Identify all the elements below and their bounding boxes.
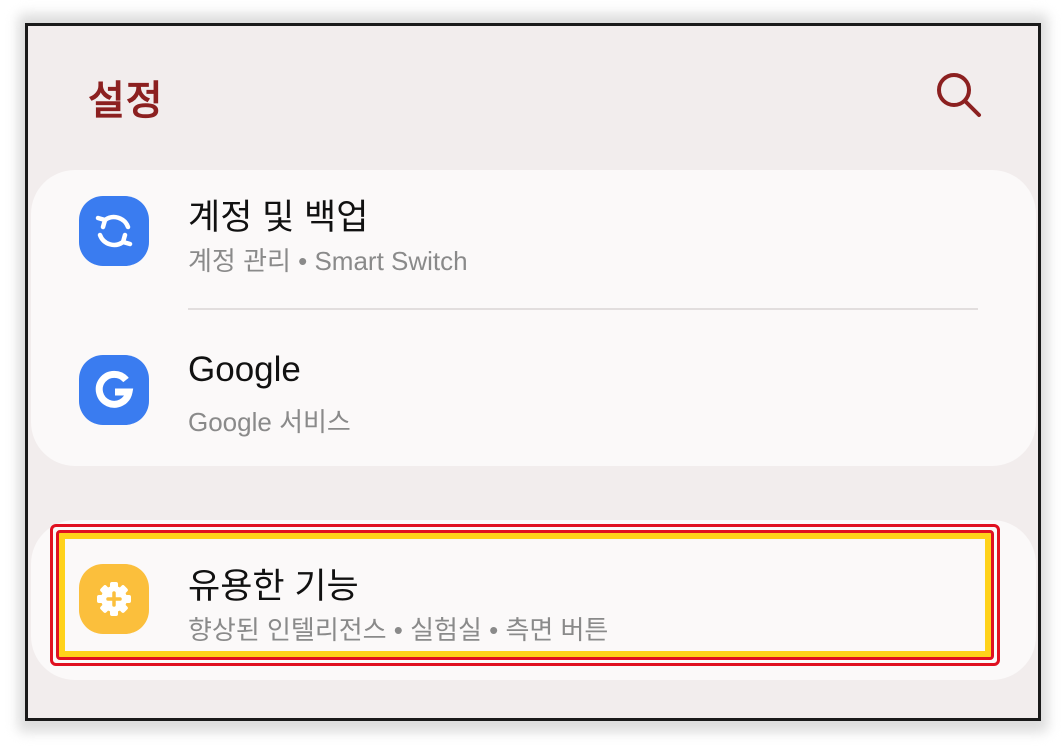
account-backup-title: 계정 및 백업	[188, 198, 369, 237]
search-icon	[937, 73, 981, 117]
account-backup-subtitle: 계정 관리 • Smart Switch	[188, 246, 468, 276]
settings-item-google[interactable]: Google Google 서비스	[31, 310, 1036, 466]
sync-arrows-icon	[95, 214, 133, 248]
highlight-box	[56, 530, 994, 660]
google-icon-tile	[79, 355, 149, 425]
search-button[interactable]	[934, 70, 984, 120]
google-subtitle: Google 서비스	[188, 407, 351, 437]
screenshot-canvas: 설정 계정 및 백업 계정 관리 • Smart Switch Google G…	[0, 0, 1064, 746]
google-title: Google	[188, 350, 301, 389]
settings-screen: 설정 계정 및 백업 계정 관리 • Smart Switch Google G…	[25, 23, 1041, 721]
account-card: 계정 및 백업 계정 관리 • Smart Switch Google Goog…	[31, 170, 1036, 466]
account-backup-icon-tile	[79, 196, 149, 266]
settings-item-account-backup[interactable]: 계정 및 백업 계정 관리 • Smart Switch	[31, 170, 1036, 308]
google-g-icon	[95, 370, 134, 408]
page-title: 설정	[88, 78, 164, 124]
